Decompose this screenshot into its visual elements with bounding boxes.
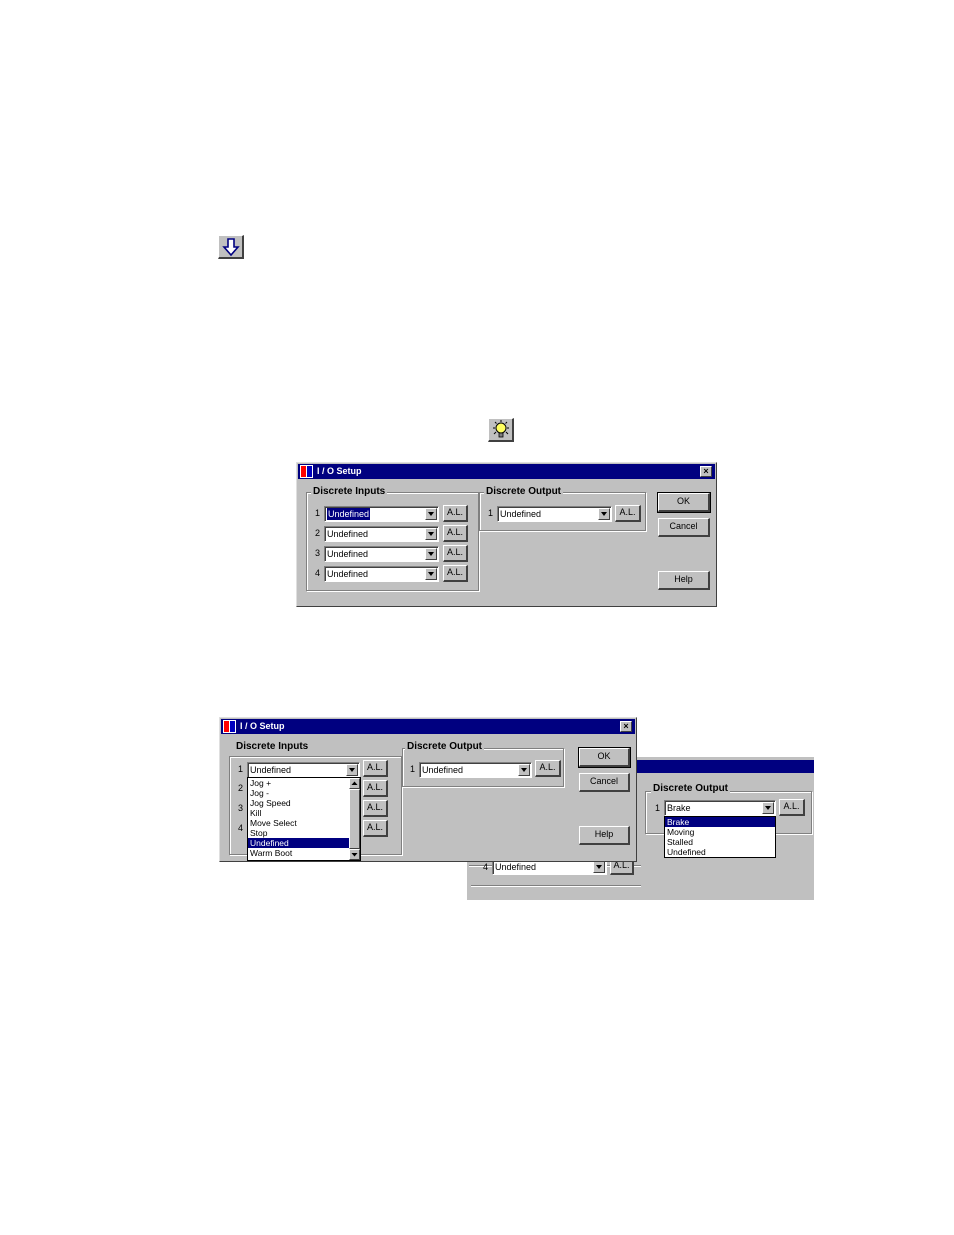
combo-value: Undefined [422,765,464,775]
chevron-down-icon[interactable] [425,508,437,520]
input-number: 4 [238,823,244,833]
ok-button[interactable]: OK [657,492,711,513]
input-1-combo[interactable]: Undefined [247,762,360,778]
chevron-down-icon[interactable] [425,568,437,580]
output-number: 1 [488,508,494,518]
chevron-down-icon[interactable] [425,548,437,560]
al-button[interactable]: A.L. [443,525,468,542]
al-button[interactable]: A.L. [363,760,388,777]
al-button[interactable]: A.L. [443,505,468,522]
discrete-inputs-label: Discrete Inputs [234,741,311,752]
group-divider [471,885,641,887]
lightbulb-icon[interactable] [488,418,514,442]
list-item[interactable]: Undefined [665,847,775,857]
input-number: 4 [315,568,321,578]
help-button[interactable]: Help [579,826,630,845]
combo-value: Undefined [327,569,369,579]
app-icon [223,720,236,733]
list-item[interactable]: Jog + [248,778,349,788]
combo-value: Undefined [327,508,371,520]
list-item[interactable]: Brake [665,817,775,827]
output-1-combo[interactable]: Brake [664,800,776,816]
download-arrow-icon[interactable] [218,235,244,259]
combo-value: Undefined [327,529,369,539]
chevron-down-icon[interactable] [518,764,530,776]
al-button[interactable]: A.L. [443,565,468,582]
io-setup-dialog: I / O Setup × Discrete Inputs 1 Undefine… [296,462,717,607]
combo-value: Undefined [250,765,292,775]
scroll-down-button[interactable] [349,849,360,860]
discrete-output-label: Discrete Output [484,486,564,497]
output-1-combo[interactable]: Undefined [497,506,612,522]
output-1-combo[interactable]: Undefined [419,762,532,778]
chevron-down-icon [351,853,358,857]
chevron-down-icon[interactable] [598,508,610,520]
input-2-combo[interactable]: Undefined [324,526,439,542]
al-button[interactable]: A.L. [363,780,388,797]
chevron-down-icon[interactable] [762,802,774,814]
io-setup-dialog-open: I / O Setup × Discrete Inputs 1 Undefine… [219,717,637,862]
close-button[interactable]: × [700,466,712,477]
list-item[interactable]: Kill [248,808,349,818]
input-number: 3 [315,548,321,558]
cancel-button[interactable]: Cancel [658,518,710,537]
list-item[interactable]: Stop [248,828,349,838]
combo-value: Undefined [495,862,537,872]
input-4-combo[interactable]: Undefined [324,566,439,582]
list-item[interactable]: Move Select [248,818,349,828]
help-button[interactable]: Help [658,571,710,590]
list-item[interactable]: Jog - [248,788,349,798]
al-button[interactable]: A.L. [615,505,641,522]
app-icon [300,465,313,478]
combo-value: Undefined [500,509,542,519]
list-item[interactable]: Moving [665,827,775,837]
chevron-up-icon [351,781,358,785]
combo-value: Undefined [327,549,369,559]
dialog-title: I / O Setup [240,721,285,731]
close-button[interactable]: × [620,721,632,732]
input-3-combo[interactable]: Undefined [324,546,439,562]
input-number: 2 [315,528,321,538]
input-number: 1 [315,508,321,518]
al-button[interactable]: A.L. [363,820,388,837]
input-number: 3 [238,803,244,813]
input-1-combo[interactable]: Undefined [324,506,439,522]
list-item[interactable]: Stalled [665,837,775,847]
output-number: 1 [410,764,416,774]
chevron-down-icon[interactable] [593,861,605,873]
input-number: 1 [238,764,244,774]
chevron-down-icon[interactable] [425,528,437,540]
output-dropdown-list[interactable]: Brake Moving Stalled Undefined [664,816,776,858]
dialog-title: I / O Setup [317,466,362,476]
combo-value: Brake [667,803,691,813]
al-button[interactable]: A.L. [779,799,805,816]
cancel-button[interactable]: Cancel [579,773,630,792]
dialog-titlebar[interactable]: I / O Setup × [221,719,635,734]
discrete-output-label: Discrete Output [651,783,731,794]
al-button[interactable]: A.L. [363,800,388,817]
chevron-down-icon[interactable] [346,764,358,776]
dialog-titlebar[interactable]: I / O Setup × [298,464,715,479]
dialog-titlebar[interactable] [637,760,814,773]
discrete-output-label: Discrete Output [405,741,485,752]
input-number: 4 [483,862,489,872]
ok-button[interactable]: OK [578,747,631,768]
scroll-thumb[interactable] [349,789,360,849]
list-item[interactable]: Jog Speed [248,798,349,808]
scroll-up-button[interactable] [349,778,360,789]
discrete-inputs-label: Discrete Inputs [311,486,388,497]
input-dropdown-list[interactable]: Jog + Jog - Jog Speed Kill Move Select S… [247,777,361,861]
output-number: 1 [655,803,661,813]
input-number: 2 [238,783,244,793]
al-button[interactable]: A.L. [443,545,468,562]
list-item[interactable]: Undefined [248,838,349,848]
al-button[interactable]: A.L. [535,760,561,777]
list-item[interactable]: Warm Boot [248,848,349,858]
vertical-scrollbar[interactable] [349,778,360,860]
